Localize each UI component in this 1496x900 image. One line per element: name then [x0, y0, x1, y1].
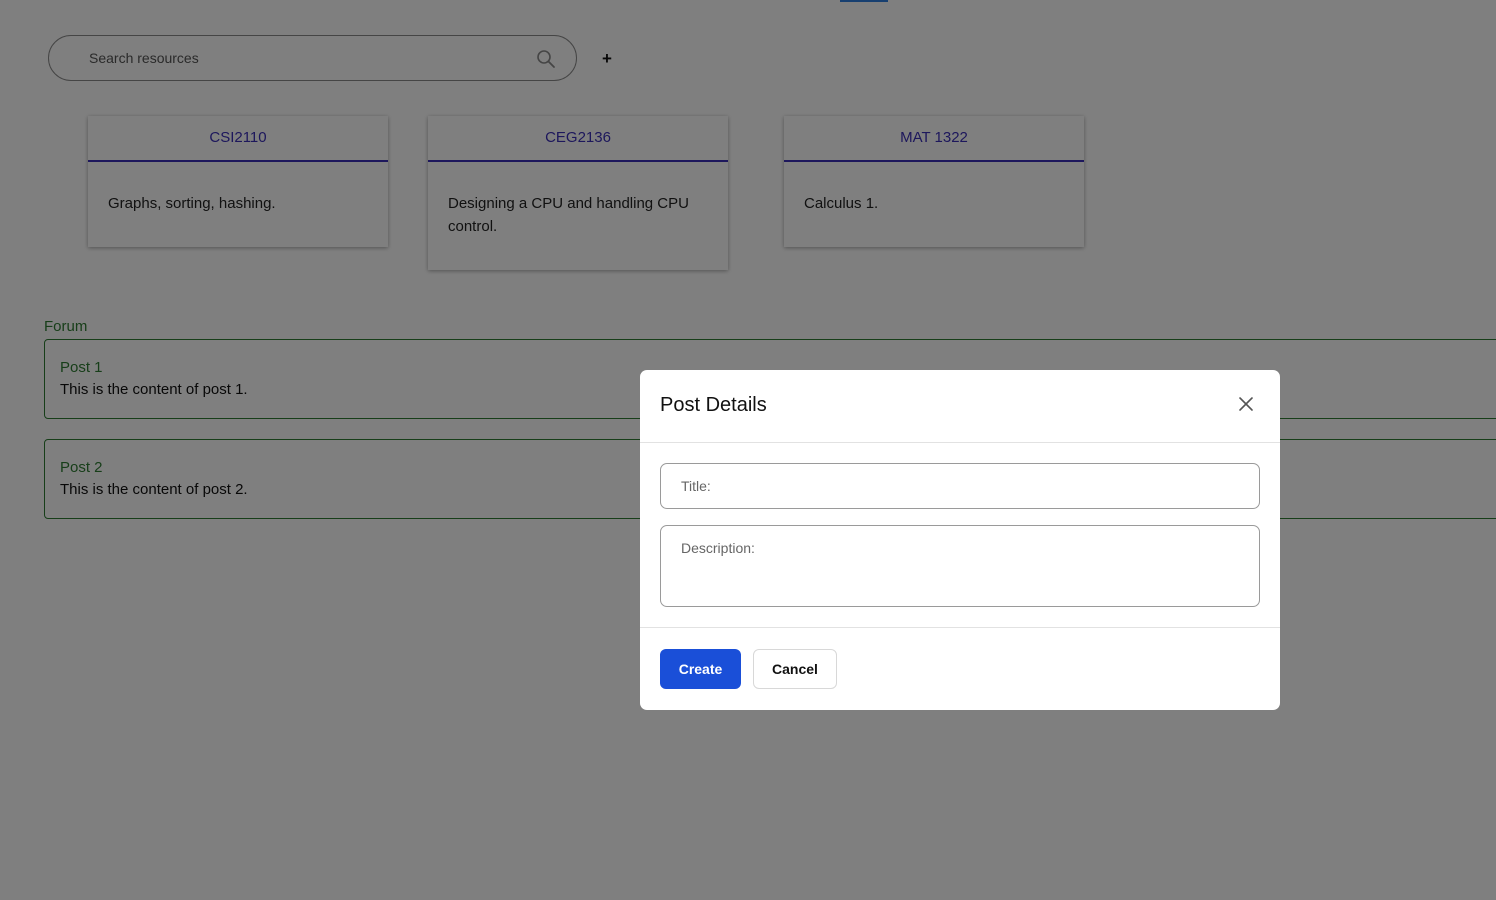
post-details-modal: Post Details Create Cancel: [640, 370, 1280, 710]
close-icon[interactable]: [1238, 396, 1254, 412]
modal-body: [640, 443, 1280, 628]
title-field[interactable]: [660, 463, 1260, 509]
description-field[interactable]: [660, 525, 1260, 607]
modal-header: Post Details: [640, 370, 1280, 443]
modal-footer: Create Cancel: [640, 628, 1280, 710]
modal-title: Post Details: [660, 394, 767, 416]
cancel-button[interactable]: Cancel: [753, 649, 837, 689]
page: + CSI2110 Graphs, sorting, hashing. CEG2…: [0, 0, 1496, 900]
create-button[interactable]: Create: [660, 649, 741, 689]
